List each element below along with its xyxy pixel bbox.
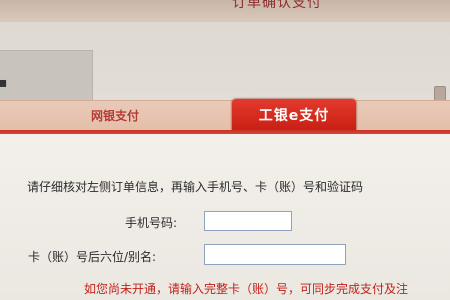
activation-notice: 如您尚未开通，请输入完整卡（账）号，可同步完成支付及注 <box>84 282 409 296</box>
phone-input[interactable] <box>204 211 292 231</box>
form-instruction: 请仔细核对左侧订单信息，再输入手机号、卡（账）号和验证码 <box>27 180 364 194</box>
page-title: 订单确认支付 <box>232 0 322 11</box>
payment-page: 订单确认支付 ▪ 网银支付 工银e支付 请仔细核对左侧订单信息，再输入手机号、卡… <box>0 0 450 300</box>
card-input[interactable] <box>204 244 346 265</box>
order-info-area: ▪ <box>0 22 450 116</box>
phone-label: 手机号码: <box>125 216 178 230</box>
tab-icbc-e-pay[interactable]: 工银e支付 <box>232 99 356 131</box>
card-label: 卡（账）号后六位/别名: <box>28 250 157 264</box>
payment-form: 请仔细核对左侧订单信息，再输入手机号、卡（账）号和验证码 手机号码: 卡（账）号… <box>0 134 450 300</box>
tab-online-banking[interactable]: 网银支付 <box>70 104 160 126</box>
page-header: 订单确认支付 <box>0 0 450 22</box>
panel-marker: ▪ <box>0 75 8 91</box>
payment-tab-bar: 网银支付 工银e支付 <box>0 99 450 131</box>
